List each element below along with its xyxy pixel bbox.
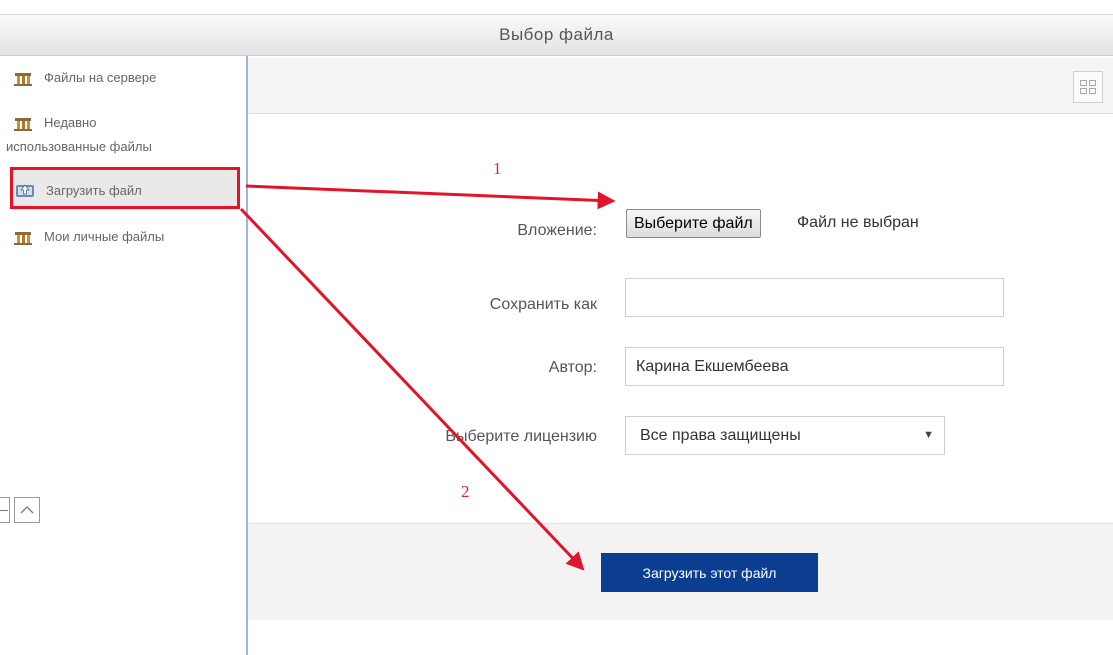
- expand-up-icon[interactable]: [14, 497, 40, 523]
- sidebar-collapse-controls: [0, 497, 40, 523]
- save-as-input[interactable]: [625, 278, 1004, 317]
- dropdown-arrow-icon: ▼: [923, 429, 934, 441]
- annotation-step-2: 2: [461, 482, 470, 501]
- dialog-title: Выбор файла: [499, 25, 614, 44]
- attachment-label: Вложение:: [517, 222, 597, 239]
- sidebar-item-label: Мои личные файлы: [44, 229, 165, 244]
- sidebar-item-recent-files[interactable]: Недавно использованные файлы: [6, 111, 212, 154]
- sidebar-item-label: Файлы на сервере: [44, 70, 157, 85]
- choose-file-button[interactable]: Выберите файл: [626, 209, 761, 238]
- repository-icon: [14, 73, 32, 86]
- license-label: Выберите лицензию: [445, 428, 597, 445]
- upload-this-file-button[interactable]: Загрузить этот файл: [601, 553, 818, 592]
- no-file-text: Файл не выбран: [797, 214, 919, 231]
- collapse-icon[interactable]: [0, 497, 10, 523]
- repository-icon: [14, 118, 32, 131]
- icon-view-grid-icon[interactable]: [1073, 71, 1103, 103]
- annotation-step-1: 1: [493, 159, 502, 178]
- save-as-label: Сохранить как: [489, 296, 597, 313]
- dialog-titlebar: Выбор файла: [0, 14, 1113, 56]
- sidebar-item-label-continued: использованные файлы: [6, 139, 152, 154]
- annotation-arrow-1: [245, 184, 616, 210]
- author-label: Автор:: [548, 359, 597, 376]
- author-input[interactable]: [625, 347, 1004, 386]
- file-picker-toolbar: [248, 58, 1113, 114]
- sidebar-item-private-files[interactable]: Мои личные файлы: [12, 229, 164, 245]
- repository-icon: [14, 232, 32, 245]
- sidebar-item-label: Недавно: [44, 115, 97, 130]
- license-select[interactable]: Все права защищены ▼: [625, 416, 945, 455]
- annotation-arrow-2: [239, 207, 585, 571]
- sidebar-item-server-files[interactable]: Файлы на сервере: [12, 70, 156, 86]
- annotation-highlight-box: [10, 167, 240, 209]
- license-selected-value: Все права защищены: [640, 427, 801, 444]
